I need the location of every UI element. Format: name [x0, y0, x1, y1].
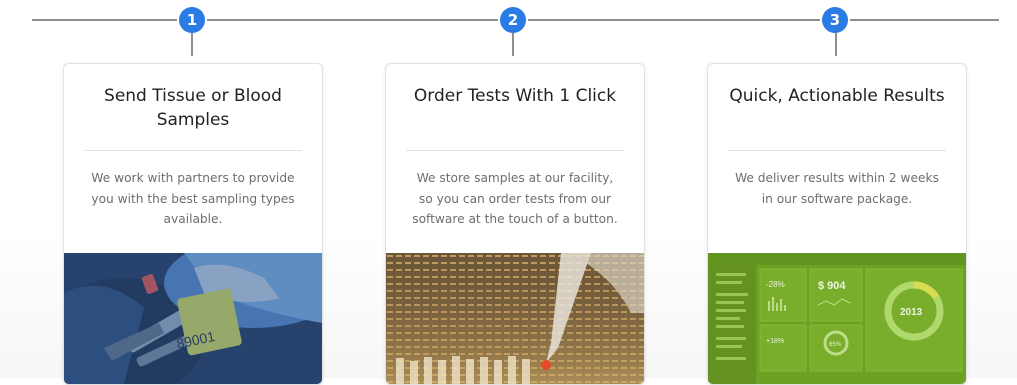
step-card-2: Order Tests With 1 Click We store sample… [385, 63, 645, 385]
card-divider [406, 150, 624, 151]
step-badge-3: 3 [822, 7, 848, 33]
step-connector-3 [835, 33, 837, 56]
card-title: Order Tests With 1 Click [413, 86, 617, 106]
lab-photo [386, 253, 644, 384]
step-card-1: Send Tissue or Blood Samples We work wit… [63, 63, 323, 385]
step-badge-2: 2 [500, 7, 526, 33]
step-connector-2 [512, 33, 514, 56]
card-title: Quick, Actionable Results [729, 86, 945, 106]
dashboard-screenshot: -28% $ 904 +18% 65% 2013 [708, 253, 966, 384]
step-card-3: Quick, Actionable Results We deliver res… [707, 63, 967, 385]
card-divider [84, 150, 302, 151]
card-description: We work with partners to provide you wit… [91, 171, 295, 226]
card-description: We store samples at our facility, so you… [412, 171, 618, 226]
card-description: We deliver results within 2 weeks in our… [735, 171, 939, 206]
step-connector-1 [191, 33, 193, 56]
card-title: Send Tissue or Blood Samples [104, 86, 282, 130]
step-badge-1: 1 [179, 7, 205, 33]
card-divider [728, 150, 946, 151]
sampling-photo: 89001 [64, 253, 322, 384]
